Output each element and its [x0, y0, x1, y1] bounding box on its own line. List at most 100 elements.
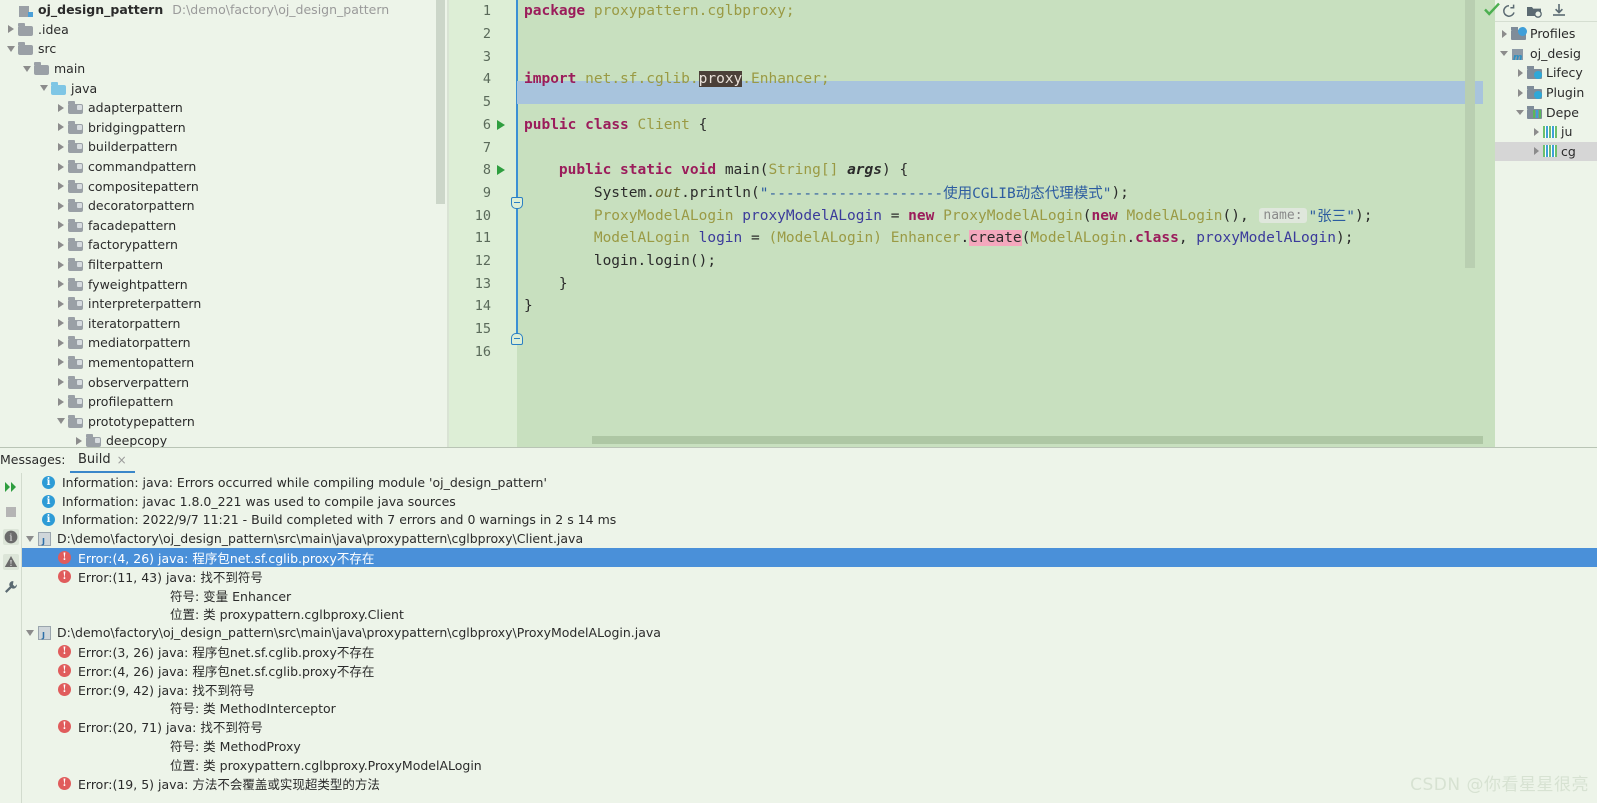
gutter-line-3[interactable]: 3 [449, 45, 517, 68]
info-filter-icon[interactable]: i [2, 529, 19, 545]
run-gutter-icon[interactable] [497, 165, 505, 176]
gutter-line-5[interactable]: 5 [449, 91, 517, 114]
chevron-right-icon[interactable] [54, 221, 68, 230]
message-row[interactable]: 位置: 类 proxypattern.cglbproxy.ProxyModelA… [22, 755, 1597, 774]
code-editor[interactable]: 1 2 3 4 5 6 7 8 9 10 11 12 13 14 15 16 package proxypat… [449, 0, 1483, 447]
message-row[interactable]: ! Error:(11, 43) java: 找不到符号 [22, 567, 1597, 586]
chevron-right-icon[interactable] [54, 338, 68, 347]
message-row[interactable]: ! Error:(19, 5) java: 方法不会覆盖或实现超类型的方法 [22, 774, 1597, 793]
maven-panel[interactable]: Profiles oj_desig Lifecy Plugin Depe ju cg [1483, 0, 1597, 447]
maven-item-depe[interactable]: Depe [1495, 102, 1597, 122]
message-row[interactable]: 符号: 类 MethodProxy [22, 736, 1597, 755]
chevron-right-icon[interactable] [54, 182, 68, 191]
chevron-right-icon[interactable] [54, 280, 68, 289]
message-row[interactable]: i Information: 2022/9/7 11:21 - Build com… [22, 511, 1597, 530]
chevron-down-icon[interactable] [20, 65, 34, 72]
chevron-right-icon[interactable] [54, 260, 68, 269]
tree-item-adapterpattern[interactable]: adapterpattern [0, 98, 449, 118]
gutter-line-4[interactable]: 4 [449, 68, 517, 91]
tree-item-mediatorpattern[interactable]: mediatorpattern [0, 333, 449, 353]
tree-item-mementopattern[interactable]: mementopattern [0, 353, 449, 373]
tree-item-iteratorpattern[interactable]: iteratorpattern [0, 314, 449, 334]
message-row[interactable]: ! Error:(9, 42) java: 找不到符号 [22, 680, 1597, 699]
code-line-4[interactable]: import net.sf.cglib. proxy .Enhancer; [517, 68, 1483, 91]
tree-item-interpreterpattern[interactable]: interpreterpattern [0, 294, 449, 314]
message-row[interactable]: 符号: 变量 Enhancer [22, 586, 1597, 605]
code-line-7[interactable] [517, 136, 1483, 159]
chevron-right-icon[interactable] [54, 397, 68, 406]
tree-item-deepcopy[interactable]: deepcopy [0, 431, 449, 447]
close-icon[interactable]: × [117, 453, 127, 467]
tree-item-builderpattern[interactable]: builderpattern [0, 137, 449, 157]
chevron-right-icon[interactable] [54, 319, 68, 328]
message-row[interactable]: 位置: 类 proxypattern.cglbproxy.Client [22, 605, 1597, 624]
code-line-3[interactable] [517, 45, 1483, 68]
gutter-line-12[interactable]: 12 [449, 250, 517, 273]
tab-build[interactable]: Build × [70, 448, 135, 473]
chevron-right-icon[interactable] [1529, 147, 1543, 156]
message-row[interactable]: ! Error:(3, 26) java: 程序包net.sf.cglib.pro… [22, 642, 1597, 661]
code-line-6[interactable]: public class Client { [517, 114, 1483, 137]
message-row[interactable]: D:\demo\factory\oj_design_pattern\src\ma… [22, 623, 1597, 642]
chevron-down-icon[interactable] [1497, 50, 1511, 56]
refresh-icon[interactable] [1501, 3, 1517, 19]
maven-toolbar[interactable] [1495, 0, 1597, 22]
tree-item-decoratorpattern[interactable]: decoratorpattern [0, 196, 449, 216]
messages-list[interactable]: i Information: java: Errors occurred whil… [22, 473, 1597, 803]
chevron-down-icon[interactable] [26, 535, 34, 542]
chevron-right-icon[interactable] [4, 25, 18, 34]
tree-item-profilepattern[interactable]: profilepattern [0, 392, 449, 412]
tree-item-factorypattern[interactable]: factorypattern [0, 235, 449, 255]
message-row[interactable]: i Information: java: Errors occurred whil… [22, 473, 1597, 492]
code-line-12[interactable]: login.login(); [517, 250, 1483, 273]
gutter-line-2[interactable]: 2 [449, 23, 517, 46]
gutter-line-10[interactable]: 10 [449, 204, 517, 227]
chevron-right-icon[interactable] [54, 378, 68, 387]
chevron-down-icon[interactable] [54, 418, 68, 425]
maven-item-ju[interactable]: ju [1495, 122, 1597, 142]
gutter-line-1[interactable]: 1 [449, 0, 517, 23]
warning-filter-icon[interactable]: ! [2, 554, 19, 570]
chevron-right-icon[interactable] [1497, 29, 1511, 38]
maven-item-profiles[interactable]: Profiles [1495, 24, 1597, 44]
gutter-line-8[interactable]: 8 [449, 159, 517, 182]
tree-item-compositepattern[interactable]: compositepattern [0, 176, 449, 196]
chevron-right-icon[interactable] [54, 201, 68, 210]
chevron-right-icon[interactable] [54, 123, 68, 132]
gutter-line-14[interactable]: 14 [449, 295, 517, 318]
chevron-right-icon[interactable] [72, 436, 86, 445]
gutter-line-15[interactable]: 15 [449, 318, 517, 341]
code-line-5[interactable] [517, 91, 1483, 114]
tree-item-java[interactable]: java [0, 78, 449, 98]
message-row[interactable]: 符号: 类 MethodInterceptor [22, 699, 1597, 718]
chevron-right-icon[interactable] [1513, 88, 1527, 97]
gutter-line-13[interactable]: 13 [449, 272, 517, 295]
editor-horizontal-scrollbar[interactable] [592, 436, 1483, 444]
add-maven-project-icon[interactable] [1526, 3, 1542, 19]
gutter-line-16[interactable]: 16 [449, 341, 517, 364]
settings-icon[interactable] [3, 579, 19, 595]
messages-panel[interactable]: Messages: Build × i ! i Information: jav… [0, 447, 1597, 803]
tree-item-main[interactable]: main [0, 59, 449, 79]
message-row[interactable]: D:\demo\factory\oj_design_pattern\src\ma… [22, 529, 1597, 548]
chevron-down-icon[interactable] [37, 85, 51, 92]
gutter-line-9[interactable]: 9 [449, 182, 517, 205]
chevron-right-icon[interactable] [54, 103, 68, 112]
chevron-down-icon[interactable] [26, 629, 34, 636]
code-line-10[interactable]: ProxyModelALogin proxyModelALogin = new … [517, 204, 1483, 227]
chevron-right-icon[interactable] [1529, 127, 1543, 136]
message-row[interactable]: ! Error:(4, 26) java: 程序包net.sf.cglib.pro… [22, 548, 1597, 567]
chevron-right-icon[interactable] [54, 142, 68, 151]
tree-item-fyweightpattern[interactable]: fyweightpattern [0, 274, 449, 294]
tree-item--idea[interactable]: .idea [0, 20, 449, 40]
chevron-down-icon[interactable] [4, 45, 18, 52]
code-line-2[interactable] [517, 23, 1483, 46]
stop-icon[interactable] [3, 504, 19, 520]
code-content[interactable]: package proxypattern.cglbproxy; import n… [517, 0, 1483, 447]
maven-item-cg[interactable]: cg [1495, 141, 1597, 162]
project-tree-scrollbar[interactable] [436, 0, 445, 204]
message-row[interactable]: i Information: javac 1.8.0_221 was used t… [22, 492, 1597, 511]
code-line-14[interactable]: } [517, 295, 1483, 318]
editor-vertical-scrollbar[interactable] [1465, 0, 1475, 268]
inspection-ok-icon[interactable] [1483, 1, 1501, 17]
